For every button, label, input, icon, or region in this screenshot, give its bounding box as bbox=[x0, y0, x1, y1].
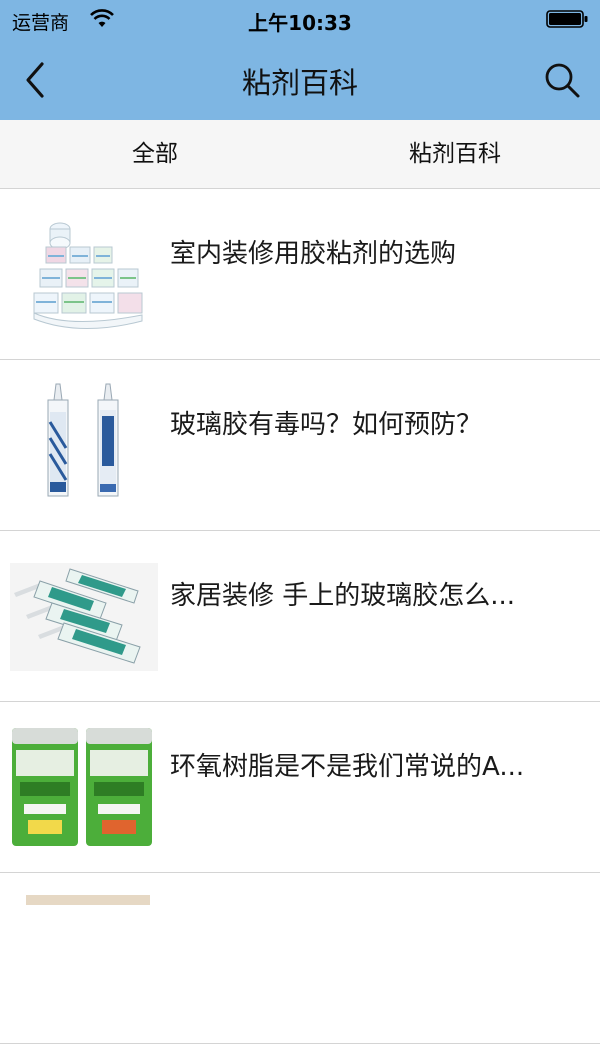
list-item[interactable]: 玻璃胶有毒吗？如何预防？ bbox=[0, 360, 600, 531]
status-time: 上午10:33 bbox=[248, 11, 352, 35]
list-item[interactable]: 家居装修 手上的玻璃胶怎么... bbox=[0, 531, 600, 702]
tab-all[interactable]: 全部 bbox=[0, 120, 310, 188]
sealant-tubes-image bbox=[10, 382, 158, 510]
partial-thumbnail-image bbox=[10, 895, 158, 1023]
back-button[interactable] bbox=[18, 58, 54, 102]
list-item-title: 室内装修用胶粘剂的选购 bbox=[170, 239, 457, 269]
tab-adhesive-encyclopedia[interactable]: 粘剂百科 bbox=[310, 120, 600, 188]
list-item[interactable]: 室内装修用胶粘剂的选购 bbox=[0, 189, 600, 360]
list-item-title: 环氧树脂是不是我们常说的A... bbox=[170, 752, 525, 782]
page-title: 粘剂百科 bbox=[241, 66, 358, 100]
article-list: 室内装修用胶粘剂的选购 玻璃胶有毒吗？如何预防？ 家居装修 手上的玻璃胶怎么..… bbox=[0, 189, 600, 1044]
search-icon bbox=[545, 63, 580, 98]
label-rolls-image bbox=[10, 211, 158, 339]
list-item-title: 家居装修 手上的玻璃胶怎么... bbox=[170, 581, 516, 611]
search-button[interactable] bbox=[542, 60, 582, 100]
app-header: 运营商 上午10:33 粘剂百科 bbox=[0, 0, 600, 120]
status-bar: 运营商 上午10:33 bbox=[0, 0, 600, 40]
battery-icon bbox=[546, 10, 588, 28]
list-item[interactable] bbox=[0, 873, 600, 1044]
tab-bar: 全部 粘剂百科 bbox=[0, 120, 600, 189]
caulk-cartridges-image bbox=[8, 553, 160, 681]
epoxy-cans-image bbox=[10, 724, 158, 852]
list-item[interactable]: 环氧树脂是不是我们常说的A... bbox=[0, 702, 600, 873]
nav-bar: 粘剂百科 bbox=[0, 40, 600, 120]
list-item-title: 玻璃胶有毒吗？如何预防？ bbox=[170, 410, 483, 440]
chevron-left-icon bbox=[26, 62, 44, 98]
